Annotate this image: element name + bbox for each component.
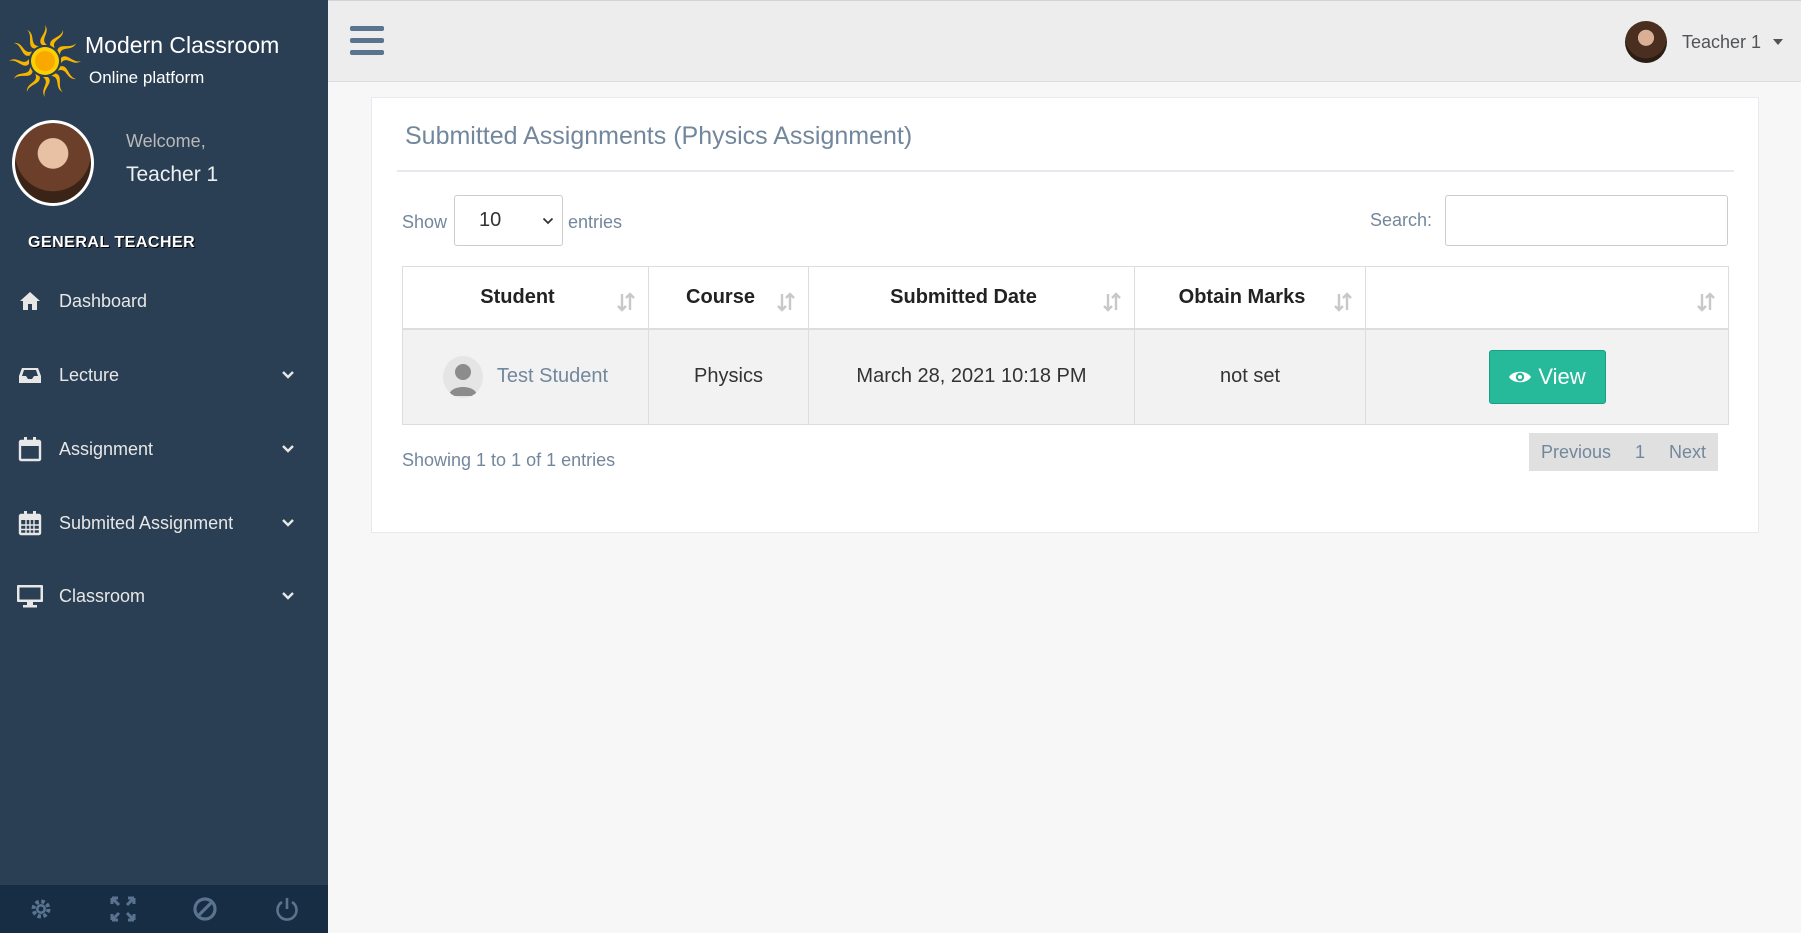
entries-label: entries [568,212,623,232]
sidebar-item-dashboard[interactable]: Dashboard [0,276,328,326]
calendar-icon [16,435,44,463]
desktop-icon [16,582,44,610]
sidebar-item-label: Dashboard [59,290,148,311]
sidebar-item-lecture[interactable]: Lecture [0,350,328,400]
sun-logo-icon [9,25,81,97]
sidebar-section-title: GENERAL TEACHER [28,234,196,251]
panel-title: Submitted Assignments (Physics Assignmen… [405,122,913,150]
marks-cell: not set [1134,328,1366,425]
sort-icon [1103,292,1121,312]
table-info: Showing 1 to 1 of 1 entries [402,450,616,470]
logout-button[interactable] [246,885,328,933]
home-icon [16,287,44,315]
top-navbar: Teacher 1 [328,0,1801,82]
chevron-down-icon [282,445,294,453]
search-input[interactable] [1445,195,1728,246]
show-label: Show [402,212,448,232]
submissions-table: Student Course Submitted Date Obtain Mar… [402,266,1729,425]
sidebar: Modern Classroom Online platform Welcome… [0,0,328,933]
inbox-icon [16,361,44,389]
entries-per-page-select[interactable]: 10 [454,195,563,246]
submitted-assignments-panel: Submitted Assignments (Physics Assignmen… [371,97,1759,533]
column-header-student[interactable]: Student [402,266,649,330]
calendar-grid-icon [16,509,44,537]
welcome-name: Teacher 1 [126,163,219,186]
lock-icon [193,897,217,921]
sidebar-item-classroom[interactable]: Classroom [0,571,328,621]
entries-value: 10 [479,209,502,231]
sidebar-item-assignment[interactable]: Assignment [0,424,328,474]
user-menu[interactable]: Teacher 1 [1624,21,1783,63]
sidebar-item-label: Classroom [59,585,146,606]
sort-icon [777,292,795,312]
sidebar-item-label: Lecture [59,364,120,385]
lock-button[interactable] [164,885,246,933]
student-avatar-icon [442,355,483,398]
sidebar-item-label: Assignment [59,438,154,459]
fullscreen-icon [110,896,136,922]
chevron-down-icon [282,371,294,379]
view-button-label: View [1538,363,1586,389]
user-avatar [1624,21,1667,63]
brand-subtitle: Online platform [89,68,205,87]
eye-icon [1509,371,1532,382]
sidebar-footer [0,885,328,933]
caret-down-icon [1773,39,1783,45]
pagination-next[interactable]: Next [1657,433,1718,471]
student-cell: Test Student [402,328,649,425]
sidebar-item-label: Submited Assignment [59,512,234,533]
sort-icon [1697,292,1715,312]
sort-icon [1334,292,1352,312]
logout-icon [276,898,298,921]
view-button[interactable]: View [1488,349,1606,404]
student-name: Test Student [496,365,609,388]
user-name: Teacher 1 [1681,31,1761,52]
chevron-down-icon [542,217,554,225]
menu-toggle-icon[interactable] [350,26,384,56]
welcome-text: Welcome, [126,131,206,151]
chevron-down-icon [282,592,294,600]
fullscreen-button[interactable] [82,885,164,933]
brand-title: Modern Classroom [85,32,280,58]
table-row: Test Student Physics March 28, 2021 10:1… [402,328,1729,425]
pagination: Previous 1 Next [1529,433,1719,471]
column-header-obtain-marks[interactable]: Obtain Marks [1134,266,1366,330]
sidebar-item-submitted-assignment[interactable]: Submited Assignment [0,498,328,548]
chevron-down-icon [282,519,294,527]
column-header-course[interactable]: Course [648,266,809,330]
action-cell: View [1365,328,1729,425]
profile-avatar [12,120,94,206]
settings-icon [31,899,51,919]
settings-button[interactable] [0,885,82,933]
pagination-previous[interactable]: Previous [1529,433,1623,471]
pagination-page-1[interactable]: 1 [1623,433,1657,471]
column-header-submitted-date[interactable]: Submitted Date [808,266,1135,330]
submitted-date-cell: March 28, 2021 10:18 PM [808,328,1135,425]
brand[interactable]: Modern Classroom Online platform [8,20,318,100]
sort-icon [617,292,635,312]
divider [397,170,1734,172]
course-cell: Physics [648,328,809,425]
column-header-actions[interactable] [1365,266,1729,330]
search-label: Search: [1370,210,1433,230]
